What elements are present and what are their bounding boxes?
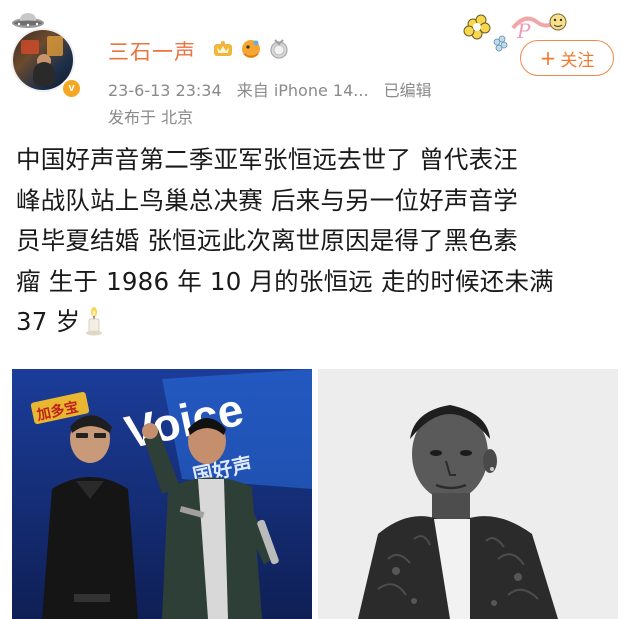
post-text-line: 峰战队站上鸟巢总决赛 后来与另一位好声音学 [16,185,518,215]
post-date: 23-6-13 23:34 [108,81,222,100]
post-meta: 23-6-13 23:34 来自 iPhone 14... 已编辑 [108,77,442,101]
edited-label[interactable]: 已编辑 [384,81,432,100]
follow-label: 关注 [560,50,595,71]
post-text: 中国好声音第二季亚军张恒远去世了 曾代表汪 峰战队站上鸟巢总决赛 后来与另一位好… [16,140,626,343]
post-location: 发布于 北京 [108,108,194,127]
post-text-line-last: 37 岁 [16,302,626,343]
crown-badge-icon[interactable] [212,38,234,60]
username[interactable]: 三石一声 [108,36,196,66]
post-text-line: 37 岁 [16,307,81,336]
post-text-line: 中国好声音第二季亚军张恒远去世了 曾代表汪 [16,145,518,174]
post-text-line: 员毕夏结婚 张恒远此次离世原因是得了黑色素 [16,226,518,255]
post-text-line: 瘤 生于 1986 年 10 月的张恒远 走的时候还未满 [16,266,554,296]
stage-photo: 加多宝 Voice 国好声 [12,369,312,619]
post-source[interactable]: 来自 iPhone 14... [237,81,369,100]
verified-icon: v [61,78,82,99]
medal-badge-icon[interactable] [268,38,290,60]
candle-icon [86,307,103,336]
weibo-post: v 三石一声 23-6-13 23:34 来自 iPhone 14... 已编辑… [0,0,640,619]
user-badges [212,38,290,60]
post-image-left[interactable]: 加多宝 Voice 国好声 [12,369,312,619]
follow-button[interactable]: + 关注 [520,40,614,76]
ufo-icon [12,13,44,28]
plus-icon: + [539,46,557,70]
post-image-right[interactable] [318,369,618,619]
svg-text:P: P [516,19,531,43]
fish-badge-icon[interactable] [240,38,262,60]
portrait-photo [318,369,618,619]
